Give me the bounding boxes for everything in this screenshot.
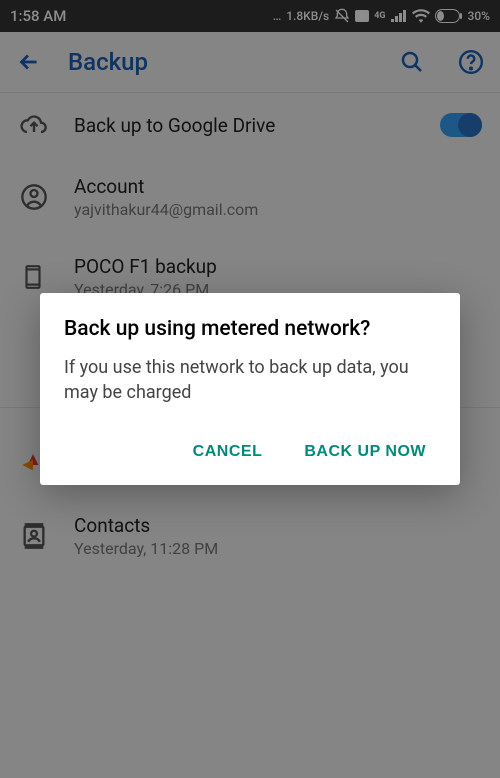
backup-now-button[interactable]: BACK UP NOW (298, 435, 432, 469)
dialog-body: If you use this network to back up data,… (64, 355, 436, 405)
modal-overlay[interactable]: Back up using metered network? If you us… (0, 0, 500, 778)
dialog-title: Back up using metered network? (64, 317, 436, 341)
dialog-actions: CANCEL BACK UP NOW (64, 429, 436, 475)
cancel-button[interactable]: CANCEL (187, 435, 269, 469)
metered-network-dialog: Back up using metered network? If you us… (40, 293, 460, 485)
